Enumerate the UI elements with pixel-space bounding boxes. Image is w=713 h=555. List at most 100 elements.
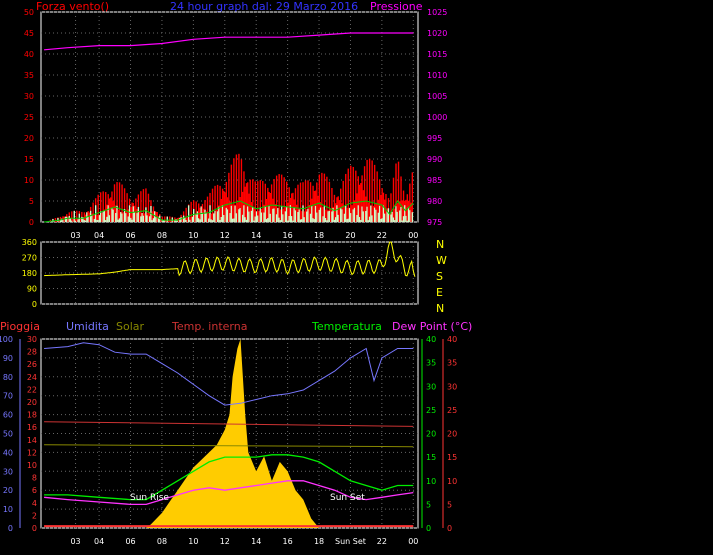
pressure-tick-label: 1020 <box>427 29 447 38</box>
wind-direction-line <box>44 241 416 277</box>
lower-x-tick-label: 00 <box>408 537 418 546</box>
pioggia-tick-label: 90 <box>3 354 13 363</box>
direction-tick-label: 90 <box>27 285 37 294</box>
second-tick-label: 2 <box>32 511 37 520</box>
legend-solar: Solar <box>116 320 145 333</box>
legend-temperatura: Temperatura <box>311 320 382 333</box>
temperatura-tick-label: 0 <box>426 524 431 533</box>
pressure-tick-label: 980 <box>427 197 442 206</box>
wind-tick-label: 40 <box>24 50 34 59</box>
dew-point-tick-label: 40 <box>447 335 457 344</box>
wind-tick-label: 50 <box>24 8 34 17</box>
temperatura-tick-label: 25 <box>426 406 436 415</box>
second-tick-label: 12 <box>27 448 37 457</box>
direction-tick-label: 360 <box>22 238 37 247</box>
second-tick-label: 0 <box>32 524 37 533</box>
dew-point-tick-label: 35 <box>447 359 457 368</box>
second-tick-label: 30 <box>27 335 37 344</box>
wind-x-tick-label: 12 <box>220 231 230 240</box>
dew-point-tick-label: 30 <box>447 382 457 391</box>
pressure-tick-label: 990 <box>427 155 442 164</box>
wind-x-tick-label: 14 <box>251 231 261 240</box>
temperatura-tick-label: 10 <box>426 477 436 486</box>
direction-label-w: W <box>436 254 447 267</box>
wind-tick-label: 20 <box>24 134 34 143</box>
legend-pioggia: Pioggia <box>0 320 40 333</box>
direction-label-n1: N <box>436 238 444 251</box>
temperatura-tick-label: 20 <box>426 430 436 439</box>
second-tick-label: 28 <box>27 348 37 357</box>
sun-rise-label: Sun Rise <box>130 493 169 503</box>
pioggia-tick-label: 80 <box>3 373 13 382</box>
legend-temp-interna: Temp. interna <box>171 320 247 333</box>
dew-point-tick-label: 10 <box>447 477 457 486</box>
direction-tick-label: 180 <box>22 269 37 278</box>
wind-tick-label: 10 <box>24 176 34 185</box>
lower-x-tick-label: 22 <box>377 537 387 546</box>
lower-x-tick-label: 14 <box>251 537 261 546</box>
pioggia-tick-label: 20 <box>3 486 13 495</box>
second-tick-label: 14 <box>27 436 37 445</box>
wind-x-tick-label: 20 <box>345 231 355 240</box>
wind-x-tick-label: 10 <box>188 231 198 240</box>
second-tick-label: 10 <box>27 461 37 470</box>
second-tick-label: 6 <box>32 486 37 495</box>
direction-tick-label: 270 <box>22 254 37 263</box>
pressure-axis-title: Pressione <box>370 0 423 13</box>
wind-tick-label: 15 <box>24 155 34 164</box>
wind-tick-label: 0 <box>29 218 34 227</box>
pioggia-tick-label: 100 <box>0 335 13 344</box>
wind-tick-label: 25 <box>24 113 34 122</box>
dew-point-tick-label: 20 <box>447 430 457 439</box>
data-marks <box>44 32 416 528</box>
pioggia-tick-label: 70 <box>3 392 13 401</box>
direction-label-e: E <box>436 286 443 299</box>
weather-chart: Forza vento() 24 hour graph dal: 29 Marz… <box>0 0 472 546</box>
pressure-tick-label: 975 <box>427 218 442 227</box>
lower-x-tick-label: 10 <box>188 537 198 546</box>
direction-label-s: S <box>436 270 443 283</box>
lower-x-tick-label: 04 <box>94 537 104 546</box>
wind-x-tick-label: 08 <box>157 231 167 240</box>
dew-point-tick-label: 0 <box>447 524 452 533</box>
legend-umidita: Umidita <box>66 320 109 333</box>
lower-x-tick-label: 03 <box>70 537 80 546</box>
second-tick-label: 24 <box>27 373 37 382</box>
pressure-tick-label: 1000 <box>427 113 447 122</box>
temperatura-tick-label: 40 <box>426 335 436 344</box>
second-tick-label: 20 <box>27 398 37 407</box>
lower-x-tick-label: 08 <box>157 537 167 546</box>
chart-title: 24 hour graph dal: 29 Marzo 2016 <box>170 0 358 13</box>
dew-point-tick-label: 5 <box>447 500 452 509</box>
second-tick-label: 4 <box>32 499 37 508</box>
temperatura-tick-label: 35 <box>426 359 436 368</box>
wind-x-tick-label: 03 <box>70 231 80 240</box>
pressure-tick-label: 1010 <box>427 71 447 80</box>
temperatura-tick-label: 30 <box>426 382 436 391</box>
wind-bars <box>49 153 414 222</box>
sun-set-label: Sun Set <box>330 493 365 503</box>
legend-dew-point: Dew Point (°C) <box>392 320 472 333</box>
wind-x-tick-label: 04 <box>94 231 104 240</box>
pioggia-tick-label: 10 <box>3 505 13 514</box>
dew-point-tick-label: 25 <box>447 406 457 415</box>
pioggia-tick-label: 50 <box>3 430 13 439</box>
wind-x-tick-label: 00 <box>408 231 418 240</box>
pressure-line <box>44 32 414 51</box>
lower-x-tick-label: Sun Set <box>335 537 366 546</box>
lower-x-tick-label: 18 <box>314 537 324 546</box>
pressure-tick-label: 995 <box>427 134 442 143</box>
lower-x-tick-label: 06 <box>125 537 135 546</box>
dew-point-tick-label: 15 <box>447 453 457 462</box>
wind-x-tick-label: 18 <box>314 231 324 240</box>
second-tick-label: 8 <box>32 474 37 483</box>
pressure-tick-label: 985 <box>427 176 442 185</box>
wind-tick-label: 5 <box>29 197 34 206</box>
pioggia-tick-label: 60 <box>3 411 13 420</box>
wind-x-tick-label: 22 <box>377 231 387 240</box>
temperatura-tick-label: 15 <box>426 453 436 462</box>
second-tick-label: 22 <box>27 385 37 394</box>
pressure-tick-label: 1005 <box>427 92 447 101</box>
pressure-tick-label: 1025 <box>427 8 447 17</box>
wind-tick-label: 45 <box>24 29 34 38</box>
